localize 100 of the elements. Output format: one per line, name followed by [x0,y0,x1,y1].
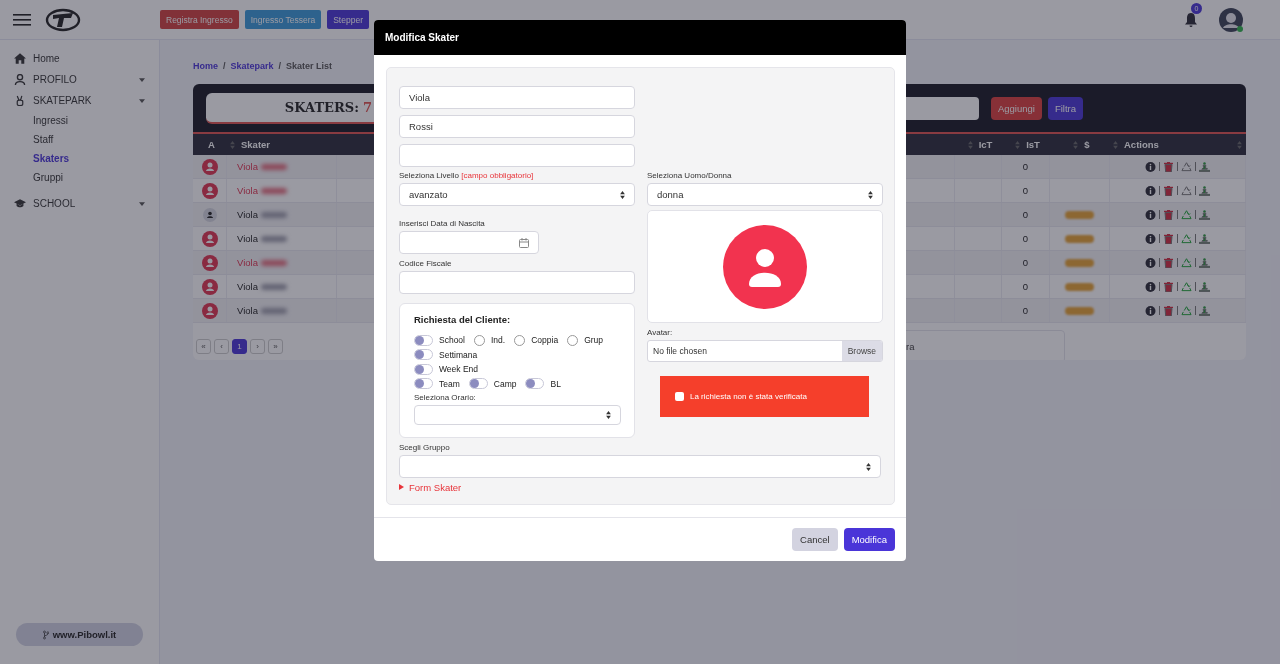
trash-icon[interactable] [1163,209,1174,220]
group-select[interactable] [399,455,881,478]
sidebar-subitem[interactable]: Ingressi [0,111,159,130]
toggle-switch[interactable] [468,378,488,390]
skater-icon[interactable] [1199,233,1210,244]
option-label: Camp [493,378,517,389]
recycle-icon[interactable] [1181,281,1192,292]
toggle-switch[interactable] [414,363,433,375]
info-icon[interactable] [1145,233,1156,244]
info-icon[interactable] [1145,209,1156,220]
checkbox[interactable] [567,334,579,346]
skater-icon[interactable] [1199,305,1210,316]
redacted-badge [1065,258,1094,267]
bell-icon[interactable] [1184,11,1198,28]
recycle-icon[interactable] [1181,209,1192,220]
table-cell: 0 [1002,203,1050,226]
select-arrows-icon [868,190,873,199]
sort-icon[interactable] [1237,140,1242,149]
toolbar-button[interactable]: Filtra [1047,96,1083,120]
sidebar-item[interactable]: SKATEPARK [0,90,159,111]
sidebar-subitem[interactable]: Staff [0,130,159,149]
skater-icon[interactable] [1199,209,1210,220]
redacted-badge [1065,306,1094,315]
menu-icon[interactable] [13,13,31,26]
redacted-text [260,235,287,242]
skater-icon[interactable] [1199,185,1210,196]
website-link[interactable]: www.Pibowl.it [16,623,143,646]
option-label: Settimana [439,349,478,360]
schedule-select[interactable] [414,405,621,425]
skater-icon[interactable] [1199,161,1210,172]
page-button[interactable]: 1 [232,338,247,354]
text-field[interactable] [399,144,635,167]
count-label: SKATERS: [284,99,359,115]
recycle-icon[interactable] [1181,185,1192,196]
trash-icon[interactable] [1163,257,1174,268]
info-icon[interactable] [1145,305,1156,316]
header-button[interactable]: Stepper [327,10,369,29]
recycle-icon[interactable] [1181,161,1192,172]
level-select[interactable]: avanzato [399,183,635,206]
page-button[interactable]: ‹ [214,338,229,354]
column-header[interactable]: $ [1084,139,1090,150]
sort-icon[interactable] [967,140,973,149]
column-header[interactable]: IsT [1026,139,1040,150]
page-button[interactable]: › [250,338,265,354]
trash-icon[interactable] [1163,185,1174,196]
redacted-text [260,307,287,314]
info-icon[interactable] [1145,281,1156,292]
toggle-switch[interactable] [414,334,433,346]
header-button[interactable]: Registra Ingresso [160,10,239,29]
form-toggle[interactable]: Form Skater [399,480,881,494]
file-input[interactable]: No file chosen Browse [647,340,883,362]
column-header[interactable]: IcT [978,139,993,150]
trash-icon[interactable] [1163,305,1174,316]
checkbox[interactable] [474,334,485,346]
sort-icon[interactable] [1015,140,1021,149]
redacted-badge [1065,282,1094,291]
sidebar-subitem[interactable]: Gruppi [0,168,159,187]
checkbox[interactable] [675,392,684,401]
column-header[interactable]: A [193,134,227,155]
breadcrumb-separator: / [223,61,226,71]
sidebar-subitem[interactable]: Skaters [0,149,159,168]
trash-icon[interactable] [1163,161,1174,172]
trash-icon[interactable] [1163,281,1174,292]
option-label: Week End [439,364,479,375]
toggle-switch[interactable] [414,349,433,361]
sort-icon[interactable] [1113,140,1118,149]
page-button[interactable]: « [196,338,211,354]
toggle-switch[interactable] [414,378,433,390]
calendar-icon[interactable] [519,237,529,248]
skater-icon[interactable] [1199,257,1210,268]
breadcrumb-link[interactable]: Home [193,61,218,71]
toolbar-button[interactable]: Aggiungi [990,96,1042,120]
sort-icon[interactable] [1073,140,1079,149]
recycle-icon[interactable] [1181,257,1192,268]
toggle-switch[interactable] [525,378,545,390]
info-icon[interactable] [1145,185,1156,196]
user-avatar-icon[interactable] [1218,6,1244,33]
logo-icon[interactable] [45,7,81,32]
skater-icon[interactable] [1199,281,1210,292]
recycle-icon[interactable] [1181,305,1192,316]
sort-icon[interactable] [230,140,235,149]
first-name-field[interactable]: Viola [399,86,635,109]
dialog-button[interactable]: Cancel [792,528,838,551]
gender-select[interactable]: donna [647,183,883,206]
sidebar-item[interactable]: PROFILO [0,69,159,90]
dialog-button[interactable]: Modifica [843,528,895,551]
sidebar-item[interactable]: Home [0,48,159,69]
sidebar-item[interactable]: SCHOOL [0,193,159,214]
last-name-field[interactable]: Rossi [399,115,635,138]
checkbox[interactable] [514,334,526,346]
trash-icon[interactable] [1163,233,1174,244]
recycle-icon[interactable] [1181,233,1192,244]
column-header[interactable]: Actions [1124,139,1159,150]
column-header[interactable]: Skater [241,139,271,150]
page-button[interactable]: » [268,338,283,354]
info-icon[interactable] [1145,257,1156,268]
tax-code-field[interactable] [399,271,635,294]
date-field[interactable] [399,231,539,254]
info-icon[interactable] [1145,161,1156,172]
breadcrumb-link[interactable]: Skatepark [230,61,274,71]
